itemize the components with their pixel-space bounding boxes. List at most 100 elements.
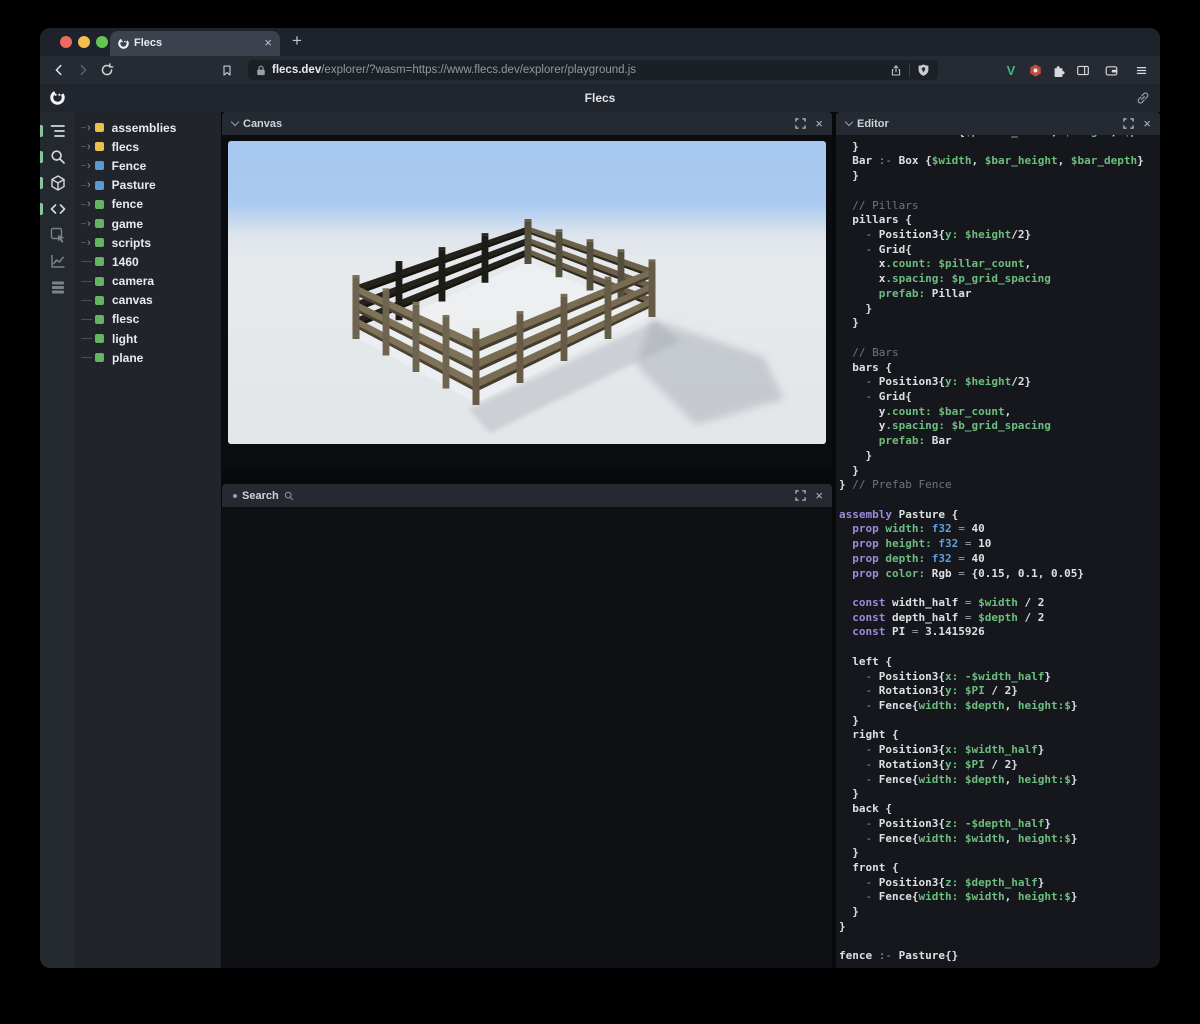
minimize-window-button[interactable]: [78, 36, 90, 48]
tree-item-label: 1460: [112, 254, 139, 269]
tree-item-camera[interactable]: camera: [75, 272, 221, 291]
entity-color-square: [94, 161, 104, 171]
adblock-badge-icon[interactable]: [1026, 61, 1044, 79]
editor-panel-title: Editor: [857, 117, 889, 130]
lock-icon: [257, 65, 265, 75]
tool-icon-script-editor[interactable]: [40, 196, 75, 222]
tree-item-label: assemblies: [111, 120, 177, 135]
tree-item-label: flesc: [112, 312, 140, 327]
entity-color-square: [95, 314, 104, 324]
expand-chevron-icon[interactable]: ›: [87, 237, 91, 248]
entity-tree-icon: [50, 125, 65, 137]
tool-icon-requests[interactable]: [40, 274, 75, 300]
search-icon: [284, 491, 293, 500]
menu-icon[interactable]: [1132, 61, 1150, 79]
fullscreen-icon[interactable]: [1123, 118, 1135, 129]
bookmark-icon[interactable]: [218, 61, 236, 79]
tree-item-canvas[interactable]: canvas: [75, 291, 221, 310]
editor-panel-header[interactable]: Editor ×: [836, 112, 1160, 135]
permalink-icon[interactable]: [1136, 91, 1150, 105]
expand-chevron-icon[interactable]: ›: [87, 218, 91, 229]
fence-scene: [228, 141, 826, 444]
tree-item-flesc[interactable]: flesc: [75, 310, 221, 329]
tree-item-label: scripts: [111, 235, 152, 250]
entity-color-square: [94, 219, 104, 229]
brave-shield-icon[interactable]: [917, 63, 930, 77]
tree-item-light[interactable]: light: [75, 329, 221, 348]
tree-item-flecs[interactable]: › flecs: [75, 137, 221, 156]
close-panel-icon[interactable]: ×: [1143, 116, 1151, 131]
zoom-window-button[interactable]: [96, 36, 108, 48]
tree-item-fence[interactable]: › fence: [75, 195, 221, 214]
tree-guide: [81, 242, 86, 244]
sidebar-toggle-icon[interactable]: [1074, 61, 1092, 79]
expand-chevron-icon[interactable]: ›: [87, 180, 91, 191]
active-indicator: [40, 177, 43, 189]
app-header: Flecs: [40, 84, 1160, 112]
tool-icon-query-search[interactable]: [40, 144, 75, 170]
share-icon[interactable]: [890, 64, 902, 77]
canvas-panel-body: [222, 135, 832, 470]
entity-color-square: [95, 295, 104, 305]
tree-guide: [81, 318, 92, 320]
browser-window: Flecs × + flecs.dev/explorer/?wasm=https…: [40, 28, 1160, 968]
tool-icon-statistics[interactable]: [40, 248, 75, 274]
tree-guide: [81, 146, 86, 148]
browser-tab-flecs[interactable]: Flecs ×: [110, 31, 280, 56]
fullscreen-icon[interactable]: [795, 118, 807, 129]
tree-item-Pasture[interactable]: › Pasture: [75, 176, 221, 195]
close-panel-icon[interactable]: ×: [815, 488, 823, 503]
3d-viewport[interactable]: [228, 141, 826, 444]
search-panel-header[interactable]: Search ×: [222, 484, 832, 507]
tree-item-assemblies[interactable]: › assemblies: [75, 118, 221, 137]
vue-devtools-icon[interactable]: V: [1002, 61, 1020, 79]
forward-button[interactable]: [74, 61, 92, 79]
url-bar[interactable]: flecs.dev/explorer/?wasm=https://www.fle…: [248, 60, 938, 80]
collapse-chevron-icon[interactable]: [844, 117, 854, 127]
reload-button[interactable]: [98, 61, 116, 79]
tree-guide: [81, 261, 92, 263]
expand-chevron-icon[interactable]: ›: [87, 160, 91, 171]
close-window-button[interactable]: [60, 36, 72, 48]
url-path: /explorer/?wasm=https://www.flecs.dev/ex…: [321, 64, 637, 76]
extensions-puzzle-icon[interactable]: [1050, 61, 1068, 79]
active-indicator: [40, 125, 43, 137]
tree-item-game[interactable]: › game: [75, 214, 221, 233]
tab-close-icon[interactable]: ×: [264, 35, 272, 51]
entity-color-square: [94, 238, 104, 248]
tree-guide: [81, 299, 92, 301]
url-host: flecs.dev: [272, 64, 322, 76]
main-area: › assemblies › flecs › Fence › Pasture › fence › ga…: [40, 112, 1160, 968]
tool-sidebar: [40, 112, 75, 968]
new-tab-button[interactable]: +: [292, 31, 302, 51]
close-panel-icon[interactable]: ×: [815, 116, 823, 131]
tree-item-scripts[interactable]: › scripts: [75, 233, 221, 252]
tree-item-plane[interactable]: plane: [75, 348, 221, 367]
flecs-script-code[interactable]: Pillar :- Box {$pillar_width, $height, $…: [839, 135, 1160, 964]
expand-chevron-icon[interactable]: ›: [87, 122, 91, 133]
wallet-icon[interactable]: [1102, 61, 1120, 79]
flecs-favicon-icon: [118, 38, 129, 49]
entity-color-square: [95, 276, 104, 286]
collapse-chevron-icon[interactable]: [230, 117, 240, 127]
browser-toolbar: flecs.dev/explorer/?wasm=https://www.fle…: [40, 56, 1160, 84]
tool-icon-inspector[interactable]: [40, 222, 75, 248]
entity-color-square: [94, 180, 104, 190]
back-button[interactable]: [50, 61, 68, 79]
collapsed-dot-icon[interactable]: [233, 493, 237, 498]
expand-chevron-icon[interactable]: ›: [87, 199, 91, 210]
canvas-panel-header[interactable]: Canvas ×: [222, 112, 832, 135]
tree-item-1460[interactable]: 1460: [75, 252, 221, 271]
tool-icon-scene-canvas[interactable]: [40, 170, 75, 196]
tool-icon-entity-tree[interactable]: [40, 118, 75, 144]
statistics-icon: [50, 255, 64, 268]
entity-color-square: [94, 142, 104, 152]
script-editor-body[interactable]: Pillar :- Box {$pillar_width, $height, $…: [836, 135, 1160, 968]
tree-guide: [81, 338, 92, 340]
expand-chevron-icon[interactable]: ›: [87, 141, 91, 152]
tree-item-label: Fence: [111, 158, 147, 173]
fullscreen-icon[interactable]: [795, 490, 807, 501]
tree-item-Fence[interactable]: › Fence: [75, 156, 221, 175]
tree-item-label: fence: [111, 197, 144, 212]
search-panel-body[interactable]: [222, 507, 832, 968]
